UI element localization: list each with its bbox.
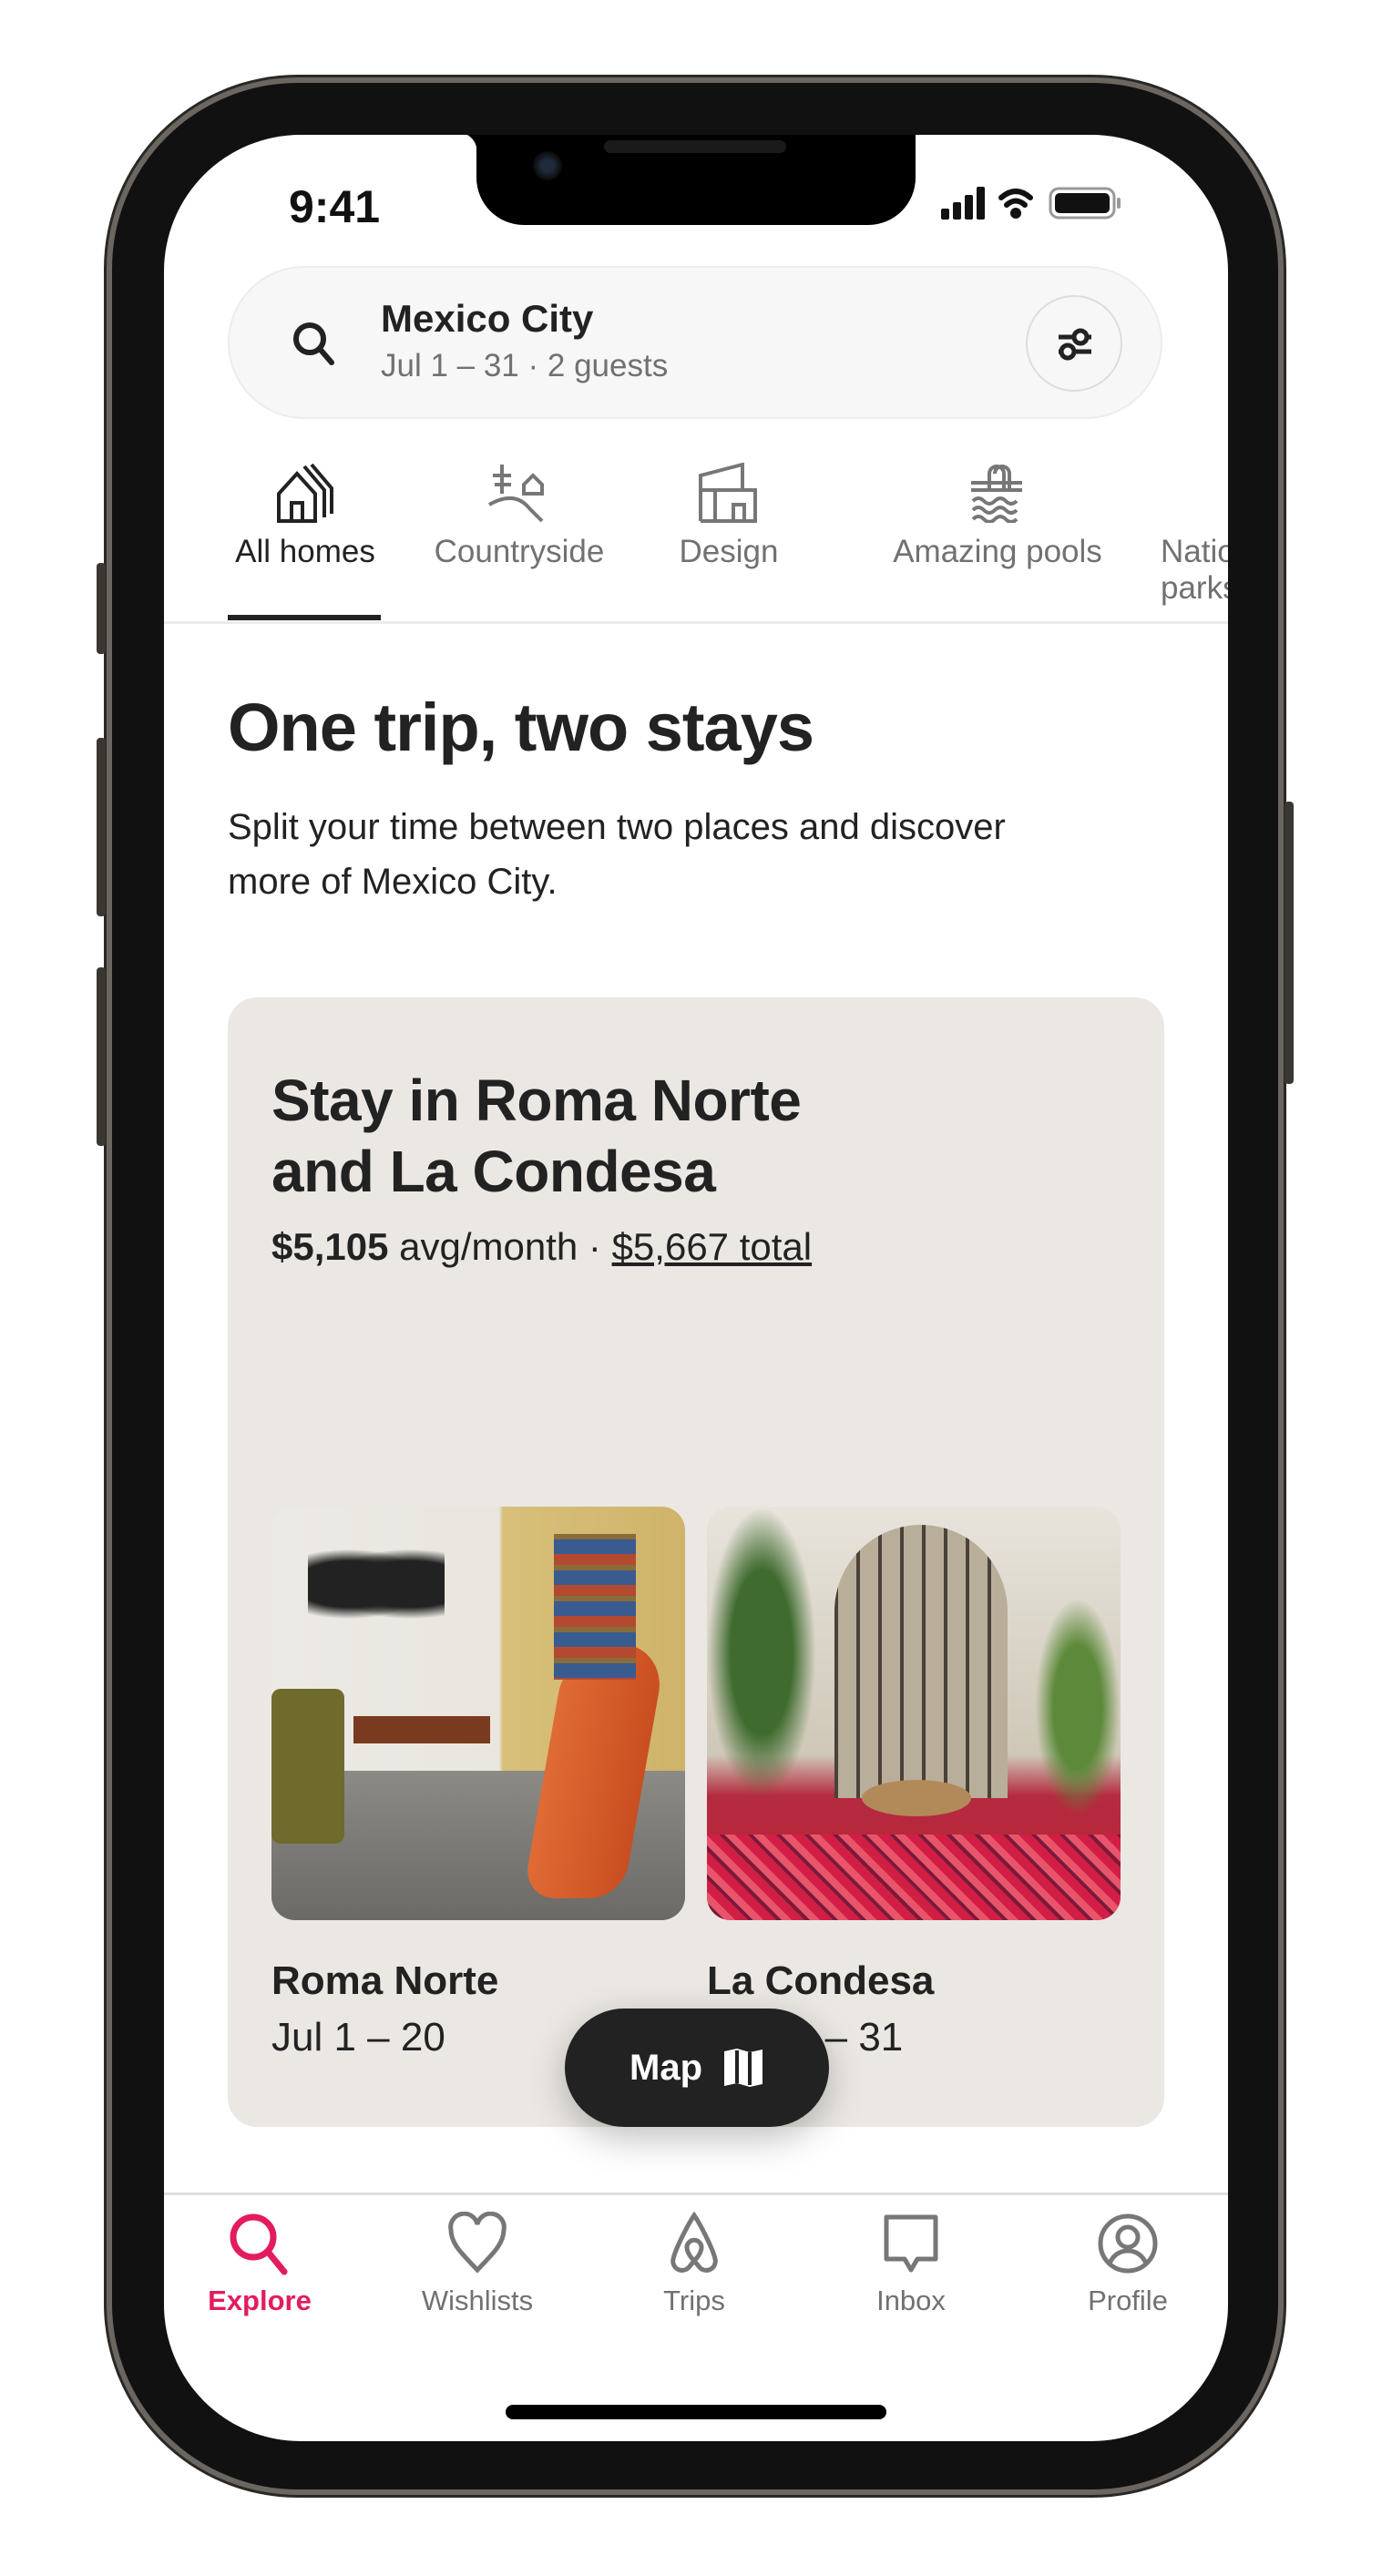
camera (533, 151, 562, 180)
countryside-icon (488, 465, 544, 523)
category-label: Amazing pools (893, 534, 1102, 569)
category-national-parks[interactable]: National parks (1161, 463, 1228, 607)
la-condesa-photo[interactable] (707, 1507, 1121, 1920)
homes-icon (277, 463, 333, 523)
category-label: Design (679, 534, 779, 569)
category-design[interactable]: Design (647, 463, 811, 570)
volume-down-button (97, 967, 106, 1146)
active-category-underline (228, 615, 381, 620)
heart-icon (448, 2212, 507, 2274)
category-countryside[interactable]: Countryside (428, 463, 610, 570)
speaker (604, 140, 786, 153)
category-label: Countryside (434, 534, 605, 569)
airbnb-logo-icon (670, 2212, 718, 2273)
filter-sliders-icon (1059, 328, 1091, 361)
category-label: National parks (1161, 534, 1228, 606)
design-building-icon (699, 463, 757, 523)
price-avg: $5,105 (271, 1225, 389, 1268)
stay-name: Roma Norte (271, 1958, 499, 2003)
wifi-icon (998, 189, 1033, 219)
card-title: Stay in Roma Norte and La Condesa (271, 1068, 802, 1204)
category-all-homes[interactable]: All homes (219, 463, 392, 570)
category-amazing-pools[interactable]: Amazing pools (875, 463, 1121, 570)
battery-icon (1049, 187, 1121, 220)
tab-trips[interactable]: Trips (603, 2212, 785, 2317)
filter-button[interactable] (1026, 295, 1122, 392)
search-bar[interactable]: Mexico City Jul 1 – 31 · 2 guests (228, 266, 1162, 419)
profile-icon (1098, 2213, 1158, 2274)
tab-explore[interactable]: Explore (169, 2212, 351, 2317)
price-total-link[interactable]: $5,667 total (612, 1225, 813, 1268)
search-location: Mexico City (381, 297, 594, 340)
mute-switch (97, 563, 106, 654)
tab-profile[interactable]: Profile (1037, 2212, 1219, 2317)
volume-up-button (97, 738, 106, 916)
divider (164, 621, 1228, 624)
status-icons (941, 187, 1121, 220)
section-subtitle: Split your time between two places and d… (228, 807, 1006, 902)
power-button (1285, 802, 1294, 1084)
search-icon (230, 2213, 288, 2275)
tab-bar-divider (164, 2193, 1228, 2195)
pool-icon (971, 465, 1022, 523)
tab-inbox[interactable]: Inbox (820, 2212, 1002, 2317)
roma-norte-photo[interactable] (271, 1507, 685, 1920)
tab-wishlists[interactable]: Wishlists (386, 2212, 568, 2317)
search-icon (293, 322, 334, 365)
home-indicator[interactable] (506, 2405, 886, 2419)
section-title: One trip, two stays (228, 690, 814, 765)
message-icon (884, 2214, 938, 2273)
search-details: Jul 1 – 31 · 2 guests (381, 348, 669, 383)
map-label: Map (629, 2047, 702, 2088)
map-icon (724, 2049, 763, 2087)
screen: 9:41 Mexico City Jul 1 – 31 · 2 guests A… (164, 135, 1228, 2441)
signal-icon (941, 187, 985, 220)
map-button[interactable]: Map (565, 2009, 829, 2127)
notch (458, 135, 916, 225)
two-stays-card[interactable]: Stay in Roma Norte and La Condesa $5,105 … (228, 997, 1164, 2127)
card-price: $5,105 avg/month · $5,667 total (271, 1225, 813, 1268)
stay-name: La Condesa (707, 1958, 935, 2003)
category-label: All homes (235, 534, 375, 569)
stay-dates: Jul 1 – 20 (271, 2015, 445, 2060)
status-time: 9:41 (289, 181, 381, 232)
